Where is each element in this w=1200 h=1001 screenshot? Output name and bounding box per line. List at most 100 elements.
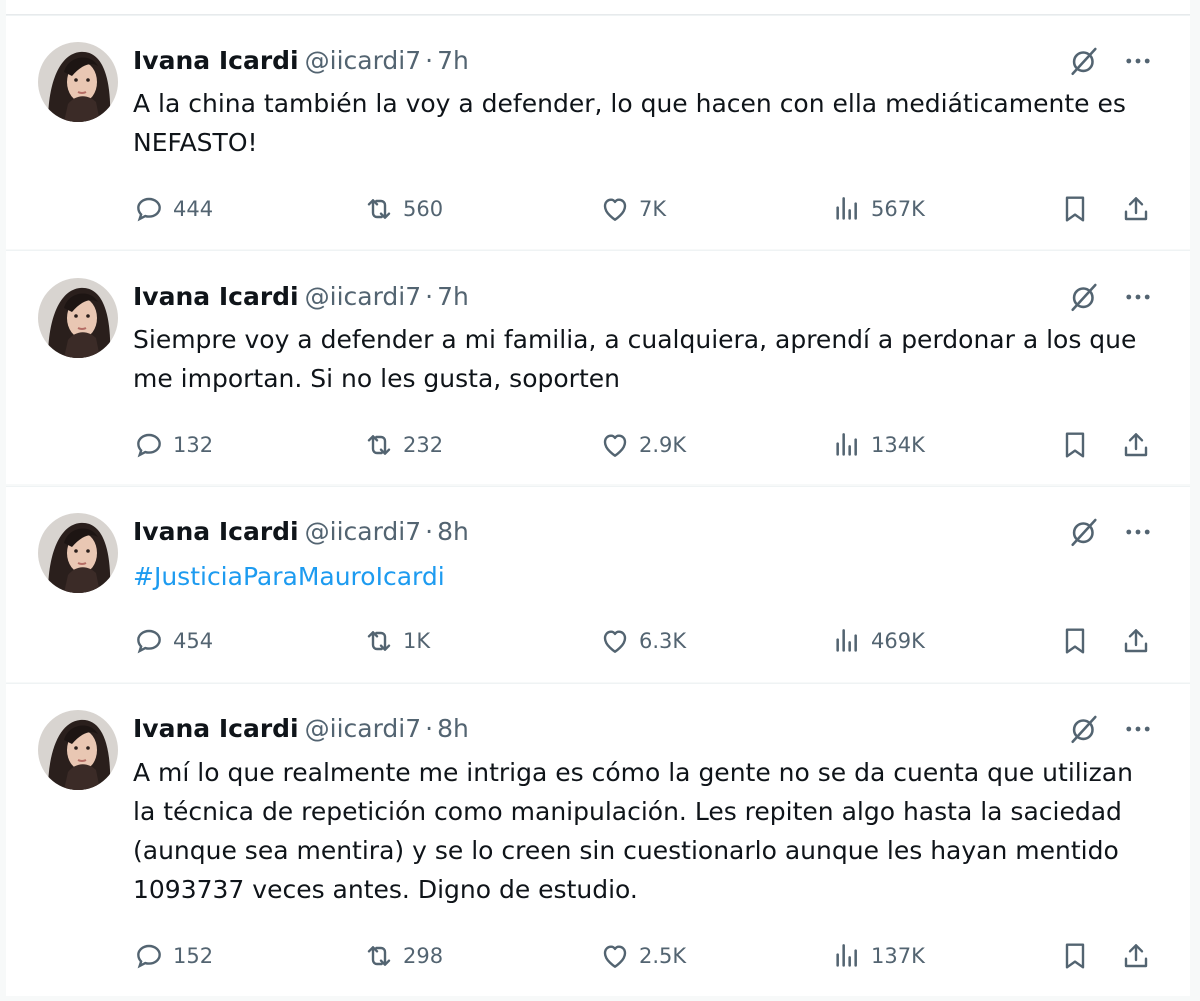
- share-icon: [1120, 625, 1152, 657]
- tweet[interactable]: Ivana Icardi @iicardi7 · 7h A la china tambi…: [6, 15, 1190, 249]
- timestamp[interactable]: 8h: [437, 714, 469, 743]
- repost-count: 232: [403, 433, 444, 457]
- grok-icon[interactable]: [1067, 712, 1101, 746]
- hashtag-link[interactable]: #JusticiaParaMauroIcardi: [133, 557, 1163, 596]
- heart-icon: [599, 625, 639, 657]
- views-icon: [831, 940, 871, 972]
- repost-icon: [363, 625, 403, 657]
- views-button[interactable]: 469K: [831, 621, 925, 661]
- tweet-header: Ivana Icardi @iicardi7 · 7h: [133, 279, 469, 315]
- author-handle[interactable]: @iicardi7: [305, 714, 422, 743]
- tweet-text: A mí lo que realmente me intriga es cómo…: [133, 758, 1133, 904]
- repost-button[interactable]: 298: [363, 936, 443, 976]
- author-name[interactable]: Ivana Icardi: [133, 46, 299, 75]
- tweet-actions: 454 1K 6.3K 469K: [133, 621, 1163, 661]
- reply-count: 444: [173, 197, 214, 221]
- share-button[interactable]: [1120, 189, 1152, 229]
- bookmark-icon: [1059, 193, 1091, 225]
- like-button[interactable]: 7K: [599, 189, 666, 229]
- repost-icon: [363, 193, 403, 225]
- separator-dot: ·: [425, 517, 434, 546]
- repost-icon: [363, 940, 403, 972]
- avatar[interactable]: [38, 42, 118, 122]
- tweet-header: Ivana Icardi @iicardi7 · 8h: [133, 711, 469, 747]
- like-button[interactable]: 2.9K: [599, 425, 686, 465]
- bookmark-icon: [1059, 429, 1091, 461]
- share-button[interactable]: [1120, 621, 1152, 661]
- timeline: Ivana Icardi @iicardi7 · 7h A la china tambi…: [6, 0, 1190, 1001]
- timestamp[interactable]: 7h: [437, 282, 469, 311]
- repost-count: 298: [403, 944, 444, 968]
- heart-icon: [599, 193, 639, 225]
- grok-icon[interactable]: [1067, 44, 1101, 78]
- tweet[interactable]: Ivana Icardi @iicardi7 · 7h Siempre voy a de…: [6, 250, 1190, 484]
- reply-button[interactable]: 132: [133, 425, 213, 465]
- reply-icon: [133, 625, 173, 657]
- reply-count: 454: [173, 629, 214, 653]
- like-count: 7K: [639, 197, 667, 221]
- reply-button[interactable]: 444: [133, 189, 213, 229]
- separator-dot: ·: [425, 714, 434, 743]
- bookmark-button[interactable]: [1059, 936, 1091, 976]
- author-handle[interactable]: @iicardi7: [305, 517, 422, 546]
- tweet[interactable]: Ivana Icardi @iicardi7 · 8h #JusticiaParaMau…: [6, 486, 1190, 682]
- reply-count: 152: [173, 944, 214, 968]
- bookmark-button[interactable]: [1059, 425, 1091, 465]
- bookmark-button[interactable]: [1059, 621, 1091, 661]
- separator-dot: ·: [425, 282, 434, 311]
- more-icon[interactable]: [1121, 280, 1155, 314]
- author-name[interactable]: Ivana Icardi: [133, 714, 299, 743]
- views-count: 469K: [871, 629, 925, 653]
- repost-count: 1K: [403, 629, 431, 653]
- tweet-text: Siempre voy a defender a mi familia, a c…: [133, 325, 1137, 393]
- views-icon: [831, 429, 871, 461]
- tweet-actions: 132 232 2.9K 134K: [133, 425, 1163, 465]
- share-button[interactable]: [1120, 425, 1152, 465]
- more-icon[interactable]: [1121, 515, 1155, 549]
- repost-button[interactable]: 232: [363, 425, 443, 465]
- heart-icon: [599, 940, 639, 972]
- bookmark-button[interactable]: [1059, 189, 1091, 229]
- author-name[interactable]: Ivana Icardi: [133, 517, 299, 546]
- views-button[interactable]: 567K: [831, 189, 925, 229]
- like-button[interactable]: 6.3K: [599, 621, 686, 661]
- share-icon: [1120, 940, 1152, 972]
- repost-button[interactable]: 560: [363, 189, 443, 229]
- grok-icon[interactable]: [1067, 515, 1101, 549]
- repost-button[interactable]: 1K: [363, 621, 430, 661]
- share-button[interactable]: [1120, 936, 1152, 976]
- bookmark-icon: [1059, 625, 1091, 657]
- more-icon[interactable]: [1121, 44, 1155, 78]
- more-icon[interactable]: [1121, 712, 1155, 746]
- tweet-actions: 152 298 2.5K 137K: [133, 936, 1163, 976]
- like-button[interactable]: 2.5K: [599, 936, 686, 976]
- grok-icon[interactable]: [1067, 280, 1101, 314]
- views-button[interactable]: 134K: [831, 425, 925, 465]
- share-icon: [1120, 429, 1152, 461]
- reply-icon: [133, 940, 173, 972]
- avatar[interactable]: [38, 710, 118, 790]
- tweet-actions: 444 560 7K 567K: [133, 189, 1163, 229]
- views-count: 137K: [871, 944, 925, 968]
- reply-button[interactable]: 152: [133, 936, 213, 976]
- timestamp[interactable]: 8h: [437, 517, 469, 546]
- tweet-text: A la china también la voy a defender, lo…: [133, 89, 1126, 157]
- separator-dot: ·: [425, 46, 434, 75]
- tweet-header: Ivana Icardi @iicardi7 · 7h: [133, 43, 469, 79]
- tweet[interactable]: Ivana Icardi @iicardi7 · 8h A mí lo que real…: [6, 683, 1190, 996]
- author-handle[interactable]: @iicardi7: [305, 282, 422, 311]
- tweet-header: Ivana Icardi @iicardi7 · 8h: [133, 514, 469, 550]
- like-count: 2.9K: [639, 433, 687, 457]
- share-icon: [1120, 193, 1152, 225]
- timestamp[interactable]: 7h: [437, 46, 469, 75]
- avatar[interactable]: [38, 278, 118, 358]
- avatar[interactable]: [38, 513, 118, 593]
- author-name[interactable]: Ivana Icardi: [133, 282, 299, 311]
- reply-icon: [133, 429, 173, 461]
- author-handle[interactable]: @iicardi7: [305, 46, 422, 75]
- repost-icon: [363, 429, 403, 461]
- views-button[interactable]: 137K: [831, 936, 925, 976]
- reply-button[interactable]: 454: [133, 621, 213, 661]
- views-count: 567K: [871, 197, 925, 221]
- previous-tweet-edge: [6, 0, 1190, 15]
